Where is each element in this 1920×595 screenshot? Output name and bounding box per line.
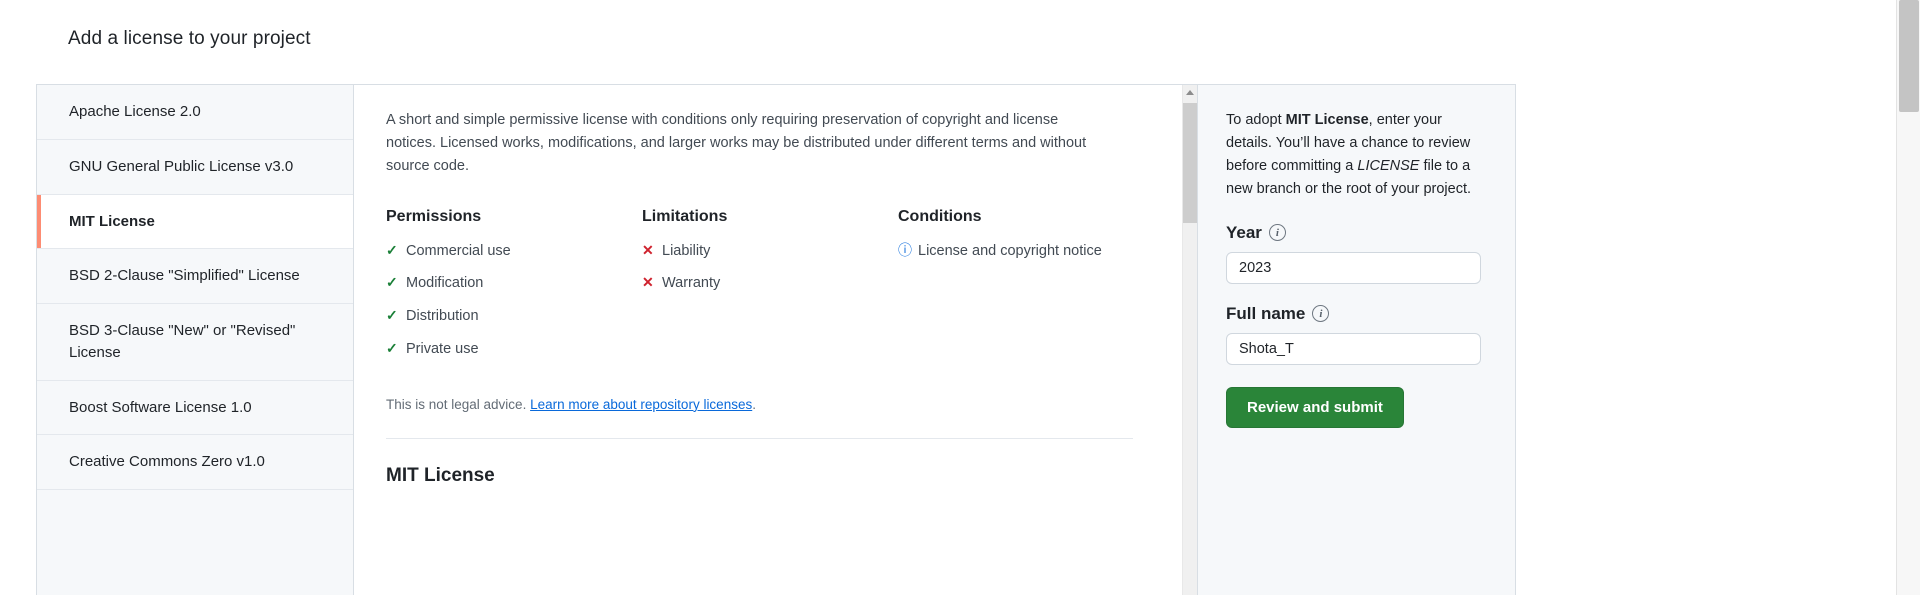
license-detail-panel: A short and simple permissive license wi…	[354, 85, 1198, 595]
year-input[interactable]	[1226, 251, 1481, 284]
license-list-item[interactable]: BSD 3-Clause "New" or "Revised" License	[37, 304, 353, 381]
repository-licenses-link[interactable]: Learn more about repository licenses	[530, 397, 752, 412]
fullname-field-label: Full name i	[1226, 304, 1491, 324]
year-label-text: Year	[1226, 222, 1262, 242]
permission-row: ✓ Distribution	[386, 305, 642, 328]
limitation-label: Warranty	[662, 275, 721, 292]
permission-label: Commercial use	[406, 242, 511, 259]
permissions-heading: Permissions	[386, 207, 482, 225]
detail-scrollbar-thumb[interactable]	[1183, 103, 1197, 223]
detail-scrollbar[interactable]	[1182, 85, 1197, 595]
permission-row: ✓ Commercial use	[386, 240, 642, 263]
license-file-name: LICENSE	[1357, 157, 1420, 174]
condition-row: ⓘ License and copyright notice	[898, 240, 1149, 263]
check-icon: ✓	[386, 307, 398, 324]
permission-label: Modification	[406, 275, 484, 292]
window-scrollbar-track[interactable]	[1897, 112, 1920, 595]
license-list-item[interactable]: Apache License 2.0	[37, 85, 353, 140]
adopt-instructions: To adopt MIT License, enter your details…	[1226, 109, 1491, 201]
license-list-item[interactable]: Creative Commons Zero v1.0	[37, 435, 353, 490]
license-list-item[interactable]: BSD 2-Clause "Simplified" License	[37, 249, 353, 304]
fullname-label-text: Full name	[1226, 303, 1306, 323]
license-list-item[interactable]: Boost Software License 1.0	[37, 380, 353, 436]
adopt-license-name: MIT License	[1285, 112, 1369, 128]
license-picker-frame: Apache License 2.0 GNU General Public Li…	[36, 84, 1516, 595]
scroll-up-arrow-icon[interactable]	[1186, 90, 1194, 95]
conditions-heading: Conditions	[898, 207, 982, 225]
check-icon: ✓	[386, 274, 398, 291]
window-vertical-scrollbar[interactable]	[1896, 0, 1920, 595]
permission-label: Distribution	[406, 308, 479, 325]
permission-label: Private use	[406, 340, 479, 357]
conditions-column: Conditions ⓘ License and copyright notic…	[898, 208, 1149, 371]
legal-disclaimer: This is not legal advice. Learn more abo…	[386, 397, 1149, 412]
license-list-item-selected[interactable]: MIT License	[37, 194, 353, 250]
permission-row: ✓ Modification	[386, 272, 642, 295]
permission-row: ✓ Private use	[386, 338, 642, 361]
limitation-label: Liability	[662, 242, 711, 259]
fullname-input[interactable]	[1226, 332, 1481, 365]
check-icon: ✓	[386, 241, 398, 258]
license-list-item[interactable]: GNU General Public License v3.0	[37, 139, 353, 195]
limitation-row: ✕ Warranty	[642, 272, 898, 295]
review-and-submit-button[interactable]: Review and submit	[1226, 386, 1404, 428]
check-icon: ✓	[386, 339, 398, 356]
section-divider	[386, 437, 1133, 439]
license-list[interactable]: Apache License 2.0 GNU General Public Li…	[37, 85, 354, 595]
condition-label: License and copyright notice	[918, 242, 1102, 259]
info-icon[interactable]: i	[1312, 305, 1330, 323]
license-detail-content: A short and simple permissive license wi…	[354, 85, 1197, 487]
year-field-label: Year i	[1226, 223, 1491, 243]
page-title: Add a license to your project	[68, 28, 311, 49]
window-scrollbar-thumb[interactable]	[1899, 0, 1919, 112]
legal-period: .	[752, 396, 756, 412]
permissions-column: Permissions ✓ Commercial use ✓ Modificat…	[386, 208, 642, 371]
app-viewport: Add a license to your project Apache Lic…	[0, 0, 1920, 595]
cross-icon: ✕	[642, 274, 654, 291]
adopt-license-panel: To adopt MIT License, enter your details…	[1198, 85, 1515, 595]
limitations-heading: Limitations	[642, 207, 728, 225]
license-attribute-columns: Permissions ✓ Commercial use ✓ Modificat…	[386, 208, 1149, 371]
page-content: Add a license to your project Apache Lic…	[0, 0, 1896, 595]
cross-icon: ✕	[642, 241, 654, 258]
adopt-intro-prefix: To adopt	[1226, 112, 1286, 128]
license-description: A short and simple permissive license wi…	[386, 112, 1087, 174]
info-circle-icon: ⓘ	[898, 241, 912, 258]
license-body-heading: MIT License	[386, 464, 495, 486]
limitations-column: Limitations ✕ Liability ✕ Warranty	[642, 208, 898, 371]
legal-disclaimer-text: This is not legal advice.	[386, 396, 527, 412]
limitation-row: ✕ Liability	[642, 240, 898, 263]
info-icon[interactable]: i	[1268, 224, 1286, 242]
